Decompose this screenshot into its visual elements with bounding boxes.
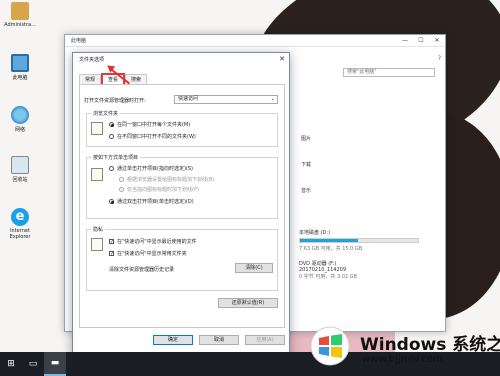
watermark: Windows 系统之家 www.bjjmlv.com	[310, 324, 500, 370]
pointer-icon	[91, 168, 103, 181]
clear-history-label: 清除文件资源管理器历史记录	[109, 267, 175, 273]
chevron-down-icon: ⌄	[270, 96, 275, 102]
radio-same-window[interactable]: 在同一窗口中打开每个文件夹(M)	[109, 121, 190, 128]
dialog-tabs: 常规 查看 搜索	[79, 73, 148, 85]
explorer-folder-list: 图片 下载 音乐	[301, 135, 311, 213]
desktop-icon-ie[interactable]: e Internet Explorer	[0, 208, 40, 240]
network-icon	[11, 106, 29, 124]
user-folder-icon	[11, 2, 29, 20]
radio-underline-hover: 仅当指向图标标题时加下划线(P)	[119, 186, 199, 193]
radio-single-click[interactable]: 通过单击打开项目(指向时选定)(S)	[109, 165, 193, 172]
ok-button[interactable]: 确定	[153, 335, 193, 345]
drive-f-detail: 0 字节 可用，共 3.02 GB	[299, 274, 357, 280]
maximize-icon[interactable]: ☐	[413, 37, 429, 44]
folder-item-pictures[interactable]: 图片	[301, 135, 311, 161]
apply-button[interactable]: 应用(A)	[245, 335, 285, 345]
dialog-title: 文件夹选项	[79, 56, 105, 63]
click-items-group: 按如下方式单击项目 通过单击打开项目(指向时选定)(S) 根据浏览器设置给图标标…	[86, 154, 278, 219]
radio-underline-browser: 根据浏览器设置给图标标题加下划线(B)	[119, 176, 214, 183]
desktop-icon-network[interactable]: 网络	[0, 106, 40, 133]
minimize-icon[interactable]: —	[397, 37, 413, 44]
cancel-button[interactable]: 取消	[199, 335, 239, 345]
task-view-icon[interactable]: ▭	[22, 352, 44, 376]
folder-item-downloads[interactable]: 下载	[301, 161, 311, 187]
close-icon[interactable]: ✕	[429, 37, 445, 44]
recycle-bin-icon	[11, 156, 29, 174]
desktop-icon-this-pc[interactable]: 此电脑	[0, 54, 40, 81]
drive-f-name: DVD 驱动器 (F:)	[299, 261, 337, 267]
drive-d-name: 本地磁盘 (D:)	[299, 230, 331, 236]
dialog-titlebar: 文件夹选项 ✕	[73, 53, 289, 65]
tab-general[interactable]: 常规	[79, 74, 102, 84]
file-explorer-taskbar-icon[interactable]: ▬	[44, 352, 66, 376]
desktop-icon-recycle-bin[interactable]: 回收站	[0, 156, 40, 183]
folder-options-dialog: 文件夹选项 ✕ 常规 查看 搜索 打开文件资源管理器时打开: 快速访问 ⌄ 浏览…	[72, 52, 290, 356]
watermark-brand: Windows 系统之家	[360, 335, 500, 355]
start-button[interactable]: ⊞	[0, 352, 22, 376]
help-icon[interactable]: ?	[438, 55, 441, 62]
desktop-icon-user-folder[interactable]: Administra...	[0, 2, 40, 28]
drive-d[interactable]: 本地磁盘 (D:) 7.63 GB 可用，共 15.0 GB DVD 驱动器 (…	[299, 229, 419, 280]
search-input[interactable]: 搜索"此电脑"	[343, 68, 435, 77]
checkbox-frequent-folders[interactable]: ✓ 在"快速访问"中显示常用文件夹	[109, 250, 187, 257]
watermark-url: www.bjjmlv.com	[362, 354, 443, 365]
privacy-group: 隐私 ✓ 在"快速访问"中显示最近使用的文件 ✓ 在"快速访问"中显示常用文件夹 清…	[86, 226, 278, 291]
folder-item-music[interactable]: 音乐	[301, 187, 311, 213]
drive-d-detail: 7.63 GB 可用，共 15.0 GB	[299, 246, 363, 252]
open-with-label: 打开文件资源管理器时打开:	[84, 98, 146, 104]
browse-folders-group: 浏览文件夹 在同一窗口中打开每个文件夹(M) 在不同窗口中打开不同的文件夹(W)	[86, 110, 278, 147]
folder-icon	[91, 122, 103, 135]
ie-icon: e	[11, 208, 29, 226]
restore-defaults-button[interactable]: 还原默认值(R)	[218, 298, 278, 308]
open-with-select[interactable]: 快速访问 ⌄	[174, 95, 278, 104]
radio-new-window[interactable]: 在不同窗口中打开不同的文件夹(W)	[109, 133, 196, 140]
clear-button[interactable]: 清除(C)	[235, 263, 273, 273]
close-icon[interactable]: ✕	[279, 55, 285, 63]
checkbox-recent-files[interactable]: ✓ 在"快速访问"中显示最近使用的文件	[109, 238, 197, 245]
explorer-title: 此电脑	[71, 38, 87, 44]
privacy-icon	[91, 238, 103, 251]
explorer-titlebar: 此电脑 — ☐ ✕	[65, 35, 445, 47]
computer-icon	[11, 54, 29, 72]
windows-logo-icon	[310, 326, 350, 366]
drive-d-usage-bar	[299, 238, 419, 243]
general-panel: 打开文件资源管理器时打开: 快速访问 ⌄ 浏览文件夹 在同一窗口中打开每个文件夹…	[79, 84, 285, 328]
radio-double-click[interactable]: 通过双击打开项目(单击时选定)(D)	[109, 198, 194, 205]
